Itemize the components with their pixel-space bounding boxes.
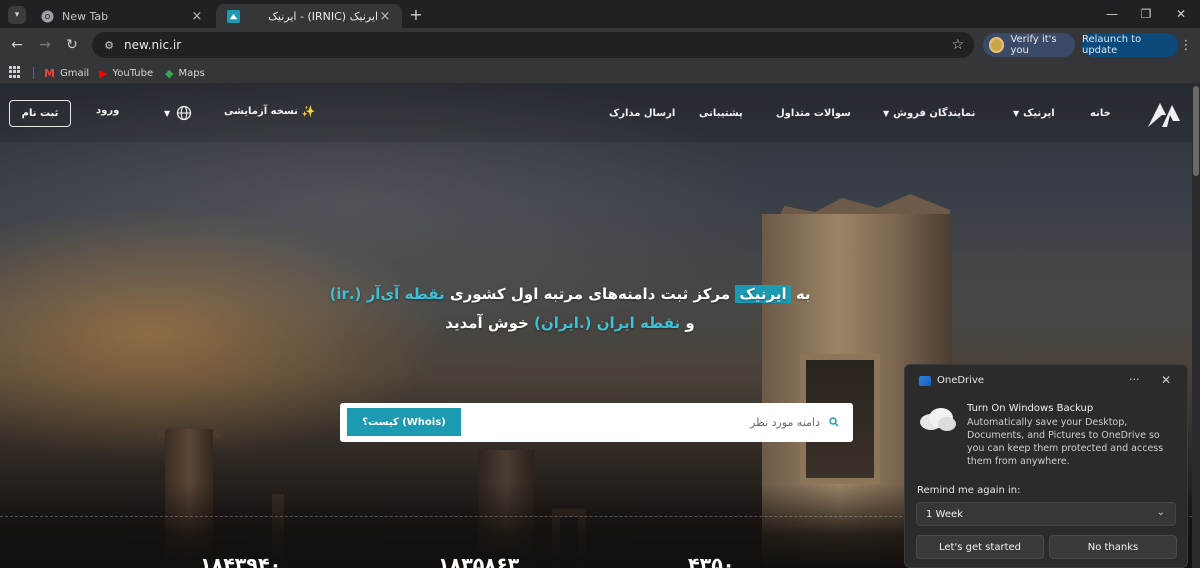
cloud-icon (920, 408, 956, 431)
onedrive-notification: OneDrive ··· ✕ Turn On Windows Backup Au… (904, 364, 1188, 568)
toast-app-name: OneDrive (937, 375, 985, 386)
hero-text: به (790, 285, 811, 303)
remind-select[interactable]: 1 Week ⌄ (916, 502, 1176, 526)
bookmark-gmail[interactable]: M Gmail (44, 65, 89, 81)
hero-headline: به ایرنیک مرکز ثبت دامنه‌های مرتبه اول ک… (300, 280, 840, 338)
domain-search-input[interactable] (470, 408, 820, 436)
no-thanks-button[interactable]: No thanks (1049, 535, 1177, 559)
nav-resellers[interactable]: ▼ نمایندگان فروش (883, 104, 975, 122)
profile-avatar (989, 37, 1005, 53)
address-bar[interactable]: ⚙ new.nic.ir ☆ (92, 32, 974, 58)
chevron-down-icon: ▼ (1013, 108, 1020, 118)
beta-version-link[interactable]: نسخه آزمایشی ✨ (224, 105, 316, 118)
nav-resellers-label: نمایندگان فروش (893, 107, 976, 119)
chevron-down-icon: ▼ (164, 108, 171, 118)
apps-grid-icon[interactable] (9, 66, 21, 78)
back-arrow-icon[interactable]: ← (8, 36, 26, 54)
tab-title: ایرنیک (IRNIC) - ایرنیک (268, 9, 378, 23)
bookmarks-bar: M Gmail ▶ YouTube ◆ Maps (0, 62, 1200, 84)
nav-home[interactable]: خانه (1090, 104, 1111, 122)
hero-highlight-irnic: ایرنیک (735, 285, 791, 303)
relaunch-update-button[interactable]: Relaunch to update (1082, 33, 1178, 57)
scrollbar-thumb[interactable] (1193, 86, 1199, 176)
tab-search-button[interactable]: ▾ (8, 6, 26, 24)
page-scrollbar[interactable] (1192, 84, 1200, 568)
onedrive-icon (919, 375, 931, 386)
minimize-icon[interactable]: — (1097, 4, 1127, 24)
bookmark-label: YouTube (112, 67, 154, 79)
bookmark-maps[interactable]: ◆ Maps (165, 65, 205, 81)
search-icon (827, 415, 841, 429)
chrome-icon (40, 9, 54, 23)
verify-identity-button[interactable]: Verify it's you (983, 33, 1075, 57)
nav-send-docs[interactable]: ارسال مدارک (609, 104, 675, 122)
verify-label: Verify it's you (1010, 34, 1057, 56)
site-navbar: خانه ▼ ایرنیک ▼ نمایندگان فروش سوالات مت… (0, 84, 1192, 142)
toast-title: Turn On Windows Backup (967, 403, 1094, 414)
nav-support[interactable]: پشتیبانی (699, 104, 743, 122)
hero-text: خوش آمدید (445, 314, 535, 332)
more-options-icon[interactable]: ··· (1129, 373, 1140, 386)
bookmark-star-icon[interactable]: ☆ (951, 37, 964, 53)
hero-text: مرکز ثبت دامنه‌های مرتبه اول کشوری (444, 285, 736, 303)
chevron-down-icon: ▼ (883, 108, 890, 118)
url-text[interactable]: new.nic.ir (124, 38, 181, 52)
get-started-button[interactable]: Let's get started (916, 535, 1044, 559)
new-tab-plus-icon[interactable]: + (407, 5, 425, 24)
bookmark-separator (33, 67, 34, 79)
close-tab-icon[interactable]: × (190, 9, 204, 24)
bookmark-youtube[interactable]: ▶ YouTube (99, 65, 153, 81)
irnic-favicon-icon (226, 9, 240, 23)
nav-irnic[interactable]: ▼ ایرنیک (1013, 104, 1055, 122)
globe-icon (177, 105, 192, 121)
stat-number: ۱۸۴۳۹۴۰ (200, 554, 282, 568)
bookmark-label: Maps (178, 67, 205, 79)
remind-label: Remind me again in: (917, 485, 1021, 496)
tab-new-tab[interactable]: New Tab × (30, 4, 214, 28)
hero-ir-domain: نقطه آی‌آر (.ir) (329, 285, 445, 303)
browser-toolbar: ← → ↻ ⚙ new.nic.ir ☆ Verify it's you Rel… (0, 28, 1200, 62)
maps-icon: ◆ (165, 66, 174, 80)
tab-title: New Tab (62, 9, 109, 23)
tab-irnic[interactable]: ایرنیک (IRNIC) - ایرنیک × (216, 4, 402, 28)
chevron-down-icon: ⌄ (1156, 507, 1165, 518)
stat-number: ۴۳۵۰ (688, 554, 735, 568)
menu-kebab-icon[interactable]: ⋮ (1180, 37, 1193, 53)
login-link[interactable]: ورود (96, 105, 119, 116)
irnic-logo-icon[interactable] (1146, 97, 1182, 129)
youtube-icon: ▶ (99, 66, 108, 80)
close-tab-icon[interactable]: × (378, 9, 392, 24)
hero-text: و (680, 314, 695, 332)
signup-button[interactable]: ثبت نام (9, 100, 71, 127)
nav-irnic-label: ایرنیک (1023, 107, 1055, 119)
close-window-icon[interactable]: ✕ (1166, 4, 1196, 24)
stat-number: ۱۸۳۵۸۶۳ (438, 554, 520, 568)
restore-icon[interactable]: ❐ (1131, 4, 1161, 24)
bookmark-label: Gmail (59, 67, 90, 79)
tab-strip: ▾ New Tab × ایرنیک (IRNIC) - ایرنیک × + … (0, 0, 1200, 28)
sparkle-icon: ✨ (301, 105, 316, 118)
nav-faq[interactable]: سوالات متداول (776, 104, 851, 122)
whois-button[interactable]: کیست؟ (Whois) (347, 408, 461, 436)
forward-arrow-icon[interactable]: → (36, 36, 54, 54)
toast-header: OneDrive (919, 375, 984, 386)
site-info-icon[interactable]: ⚙ (100, 36, 118, 54)
domain-search-bar: کیست؟ (Whois) (340, 403, 853, 442)
close-icon[interactable]: ✕ (1161, 373, 1171, 387)
reload-icon[interactable]: ↻ (63, 36, 81, 54)
remind-value: 1 Week (926, 508, 963, 520)
hero-iran-domain: نقطه ایران (.ایران) (534, 314, 681, 332)
gmail-icon: M (44, 66, 55, 80)
toast-body: Automatically save your Desktop, Documen… (967, 417, 1164, 467)
beta-label: نسخه آزمایشی (224, 106, 298, 117)
language-selector[interactable]: ▼ (164, 104, 192, 122)
